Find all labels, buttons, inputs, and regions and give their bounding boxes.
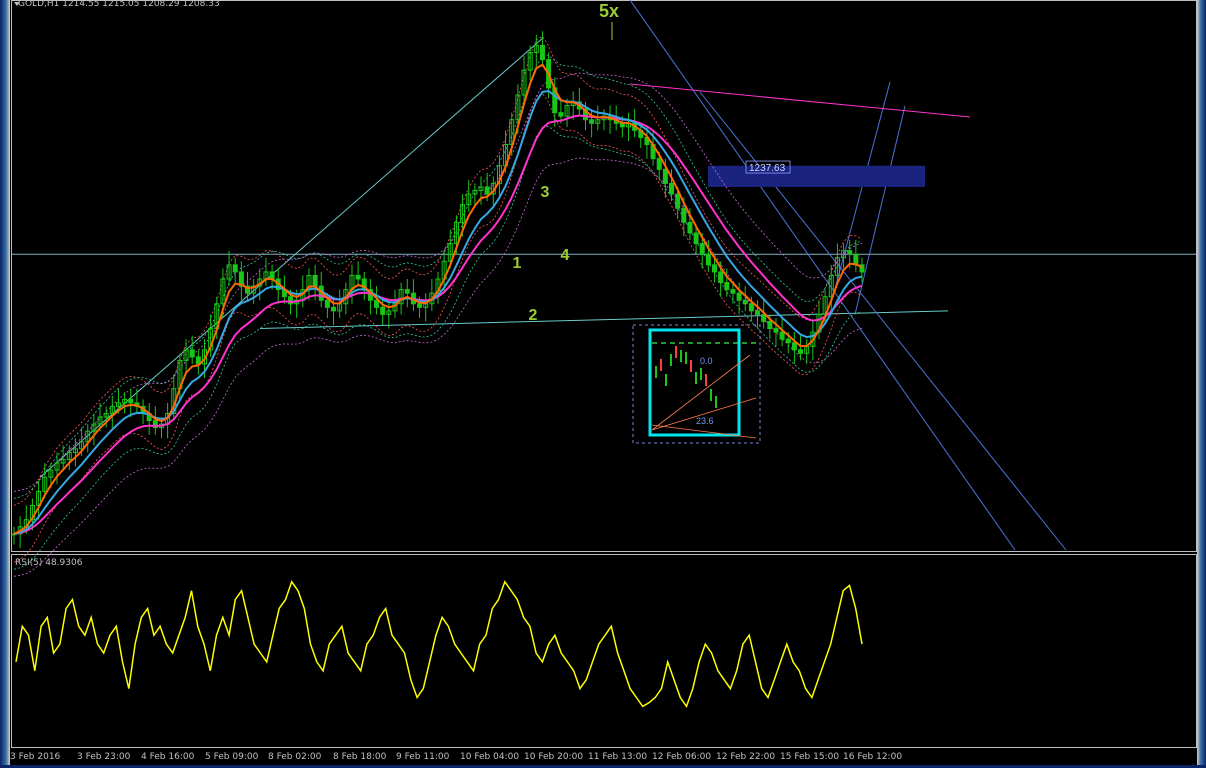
candle-body [589, 119, 595, 124]
date-tick-label: 8 Feb 02:00 [268, 752, 322, 762]
chart-window: 1237.63 1 2 3 4 5x 0.0 23.6 GOLD,H1 1214.55 121… [0, 0, 1206, 768]
fib-label-236: 23.6 [696, 416, 714, 426]
trendline-lower [259, 310, 949, 330]
candle-body [785, 338, 791, 344]
wave-label-1: 1 [513, 255, 522, 272]
fib-inner-box [648, 328, 741, 437]
symbol-header: GOLD,H1 1214.55 1215.05 1208.29 1208.33 [18, 0, 220, 9]
candle-body [374, 299, 380, 308]
wave-label-5: 5x [599, 1, 619, 21]
channel-line-4 [854, 105, 906, 315]
chart-canvas: 1237.63 1 2 3 4 5x 0.0 23.6 [11, 0, 1196, 709]
resistance-line [629, 83, 971, 118]
candle-body [269, 271, 275, 280]
price-tag-label: 1237.63 [749, 163, 786, 174]
candle-body [699, 243, 705, 255]
candle-body [656, 158, 662, 170]
candle-body [767, 320, 773, 330]
trendline-upper [39, 37, 543, 478]
candle-body [128, 398, 134, 404]
candle-body [687, 221, 693, 234]
candle-body [380, 306, 386, 315]
candle-body [404, 289, 410, 294]
ema-mid-line [13, 89, 863, 535]
candle-body [742, 299, 748, 305]
candle-body [693, 232, 699, 245]
candle-body [324, 299, 330, 308]
candle-body [662, 168, 668, 184]
rsi-header: RSI(5) 48.9306 [15, 558, 83, 568]
candle-body [484, 186, 490, 195]
date-tick-label: 10 Feb 04:00 [460, 752, 520, 762]
date-tick-label: 8 Feb 18:00 [333, 752, 387, 762]
band-lower-2 [13, 157, 863, 577]
channel-line-1 [629, 0, 1016, 551]
candle-body [705, 253, 711, 266]
candle-body [730, 289, 736, 294]
band-lower-1 [13, 125, 863, 570]
date-tick-label: 3 Feb 2016 [10, 752, 61, 762]
candle-body [417, 303, 423, 308]
date-tick-label: 12 Feb 06:00 [652, 752, 712, 762]
candle-body [798, 349, 804, 354]
date-tick-label: 12 Feb 22:00 [716, 752, 776, 762]
candle-body [773, 328, 779, 333]
date-tick-label: 15 Feb 15:00 [780, 752, 840, 762]
fib-label-0: 0.0 [700, 356, 713, 366]
date-tick-label: 4 Feb 16:00 [141, 752, 195, 762]
candle-body [669, 182, 675, 195]
wave-label-3: 3 [541, 184, 550, 201]
candle-body [712, 264, 718, 273]
band-lower-0 [13, 92, 863, 563]
candle-body [288, 296, 294, 305]
candle-body [736, 292, 742, 301]
candle-body [724, 282, 730, 291]
candle-body [755, 310, 761, 315]
candle-body [779, 331, 785, 340]
candle-body [312, 274, 318, 287]
candle-body [539, 44, 545, 61]
candle-body [331, 306, 337, 312]
rsi-line [15, 580, 863, 709]
date-tick-label: 3 Feb 23:00 [77, 752, 131, 762]
candle-body [748, 303, 754, 312]
candle-body [232, 264, 238, 273]
date-tick-label: 9 Feb 11:00 [396, 752, 450, 762]
date-tick-label: 10 Feb 20:00 [524, 752, 584, 762]
candle-body [681, 207, 687, 223]
wave-label-2: 2 [529, 307, 538, 324]
date-tick-label: 5 Feb 09:00 [205, 752, 259, 762]
candle-body [558, 112, 564, 117]
candle-body [355, 274, 361, 280]
candle-body [675, 193, 681, 209]
date-tick-label: 11 Feb 13:00 [588, 752, 648, 762]
candle-body [189, 349, 195, 358]
candle-body [791, 342, 797, 351]
supply-zone [708, 165, 925, 187]
date-tick-label: 16 Feb 12:00 [843, 752, 903, 762]
candle-body [718, 271, 724, 284]
wave-label-4: 4 [561, 247, 570, 264]
candle-body [847, 250, 853, 255]
